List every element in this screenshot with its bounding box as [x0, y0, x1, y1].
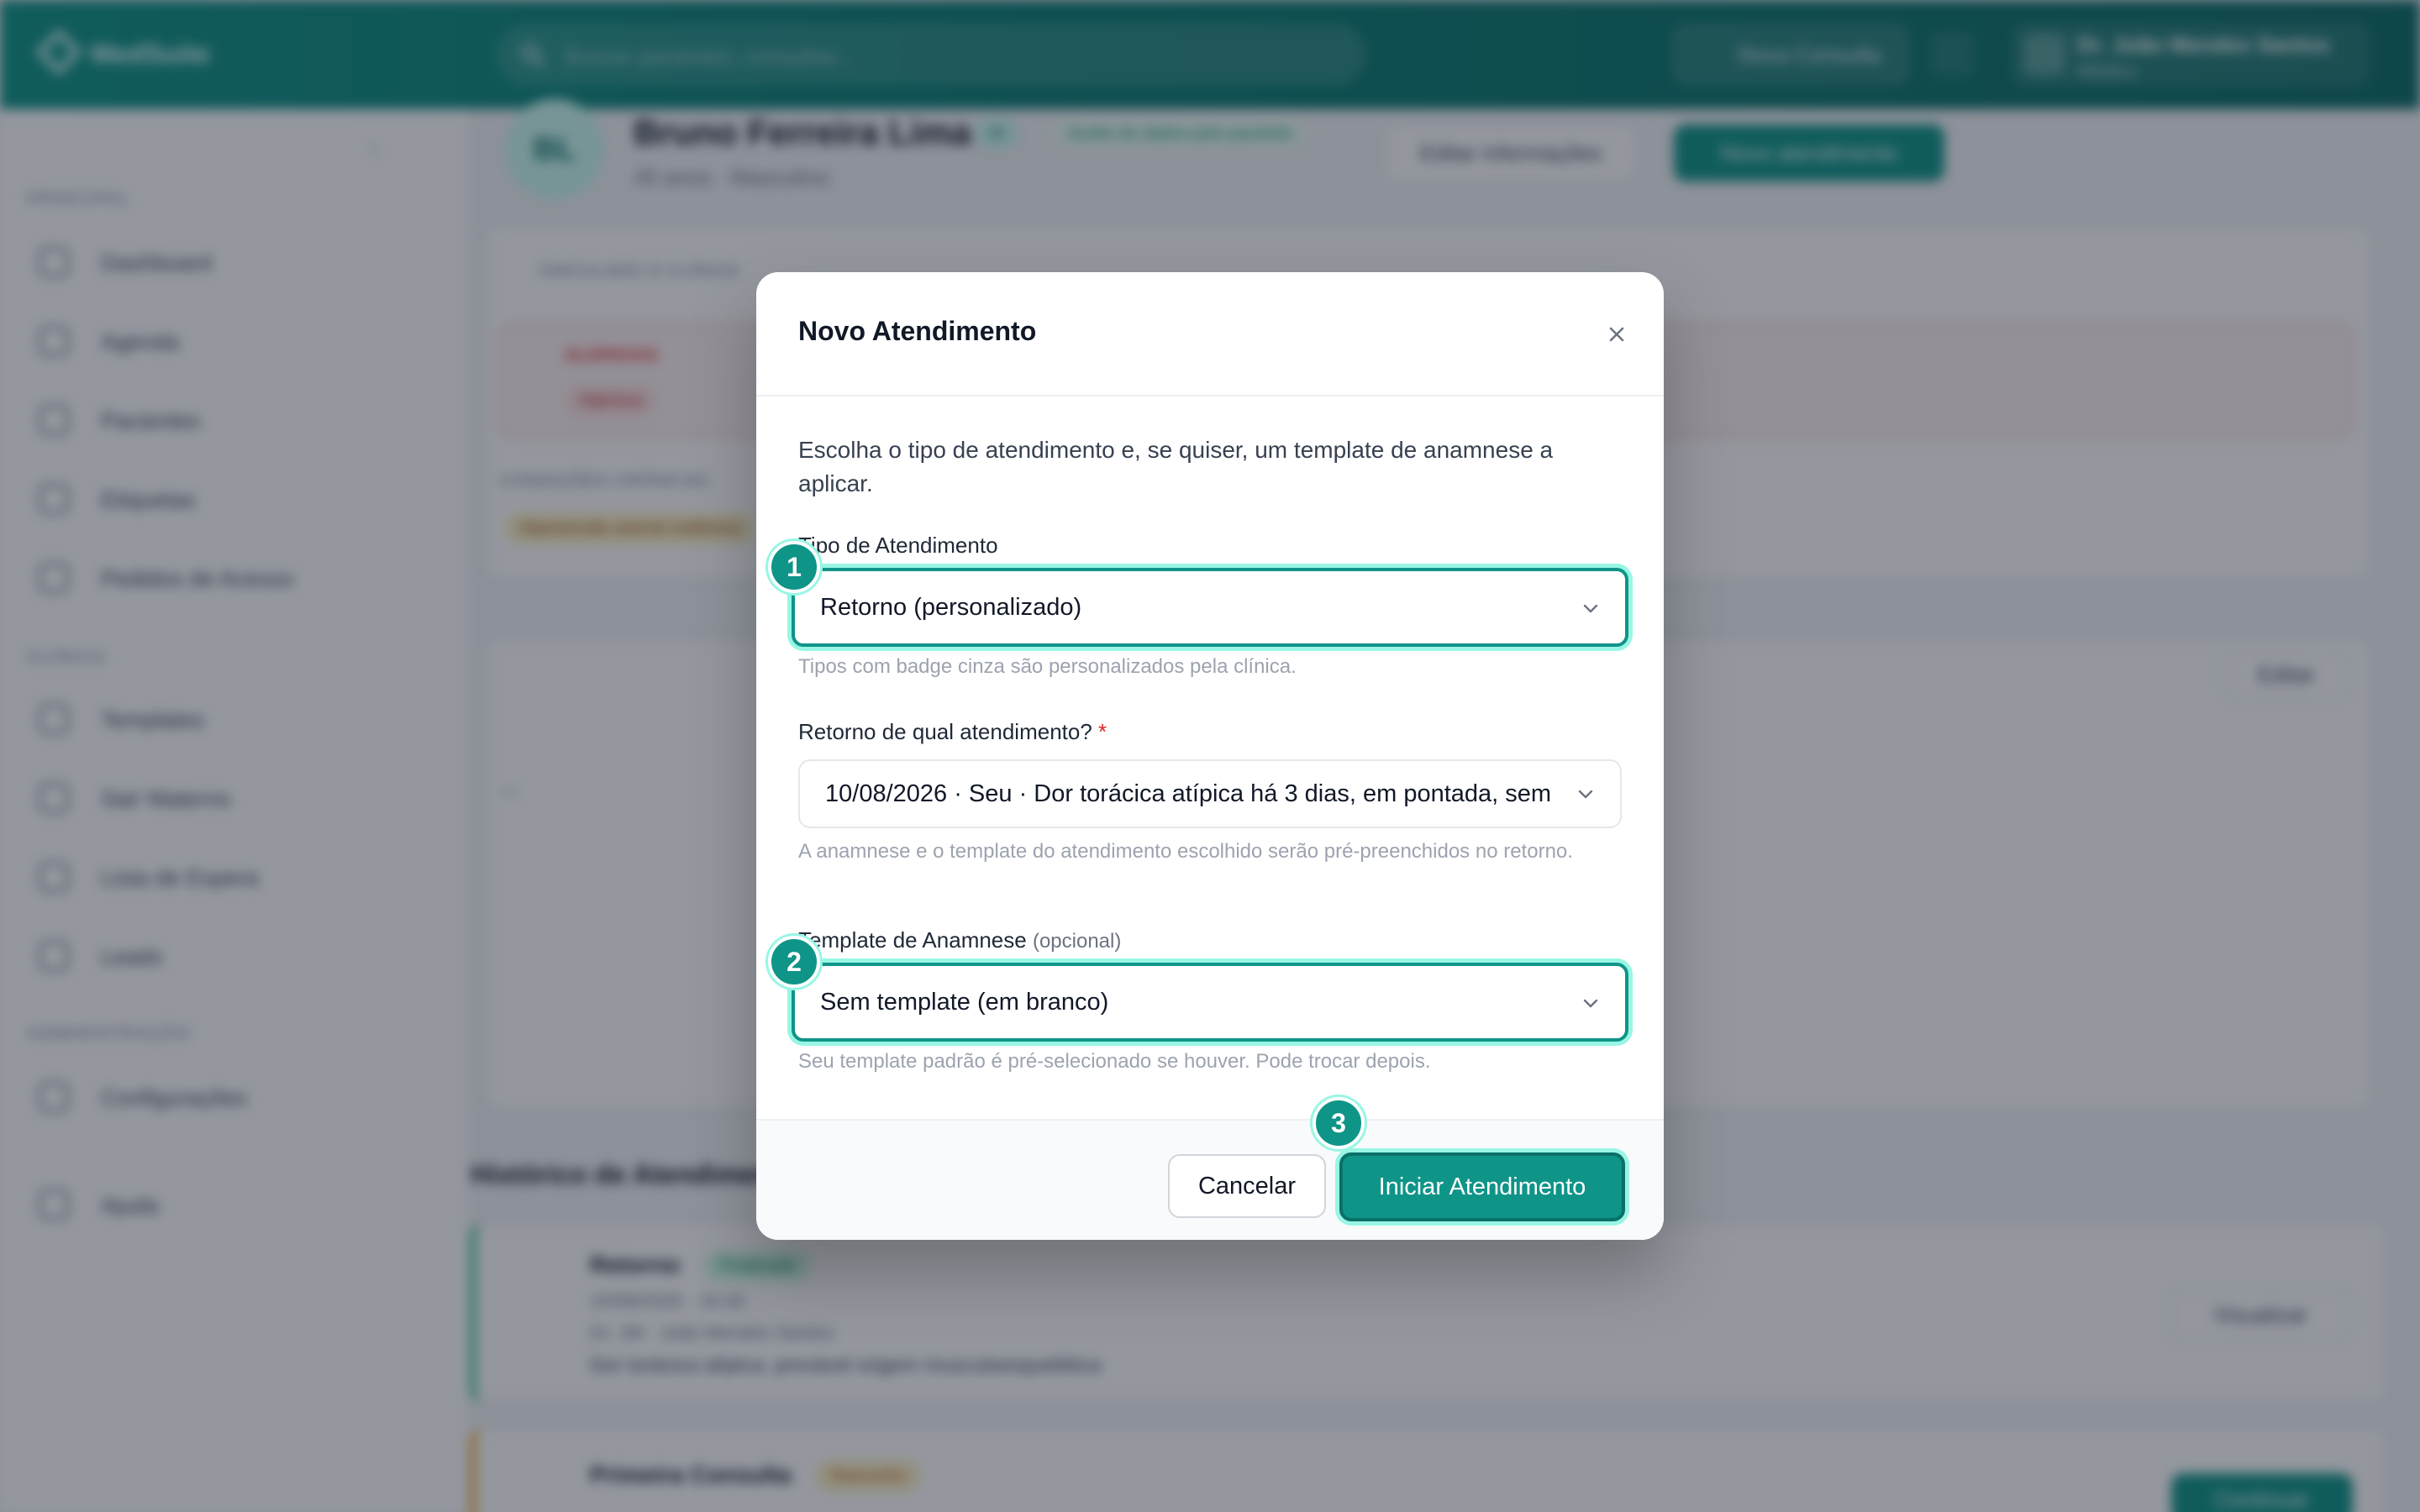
step-badge-3: 3 — [1313, 1097, 1365, 1149]
template-label-text: Template de Anamnese — [798, 927, 1027, 953]
new-attendance-dialog: Novo Atendimento Escolha o tipo de atend… — [756, 272, 1664, 1240]
type-hint: Tipos com badge cinza são personalizados… — [798, 655, 1297, 678]
template-label: Template de Anamnese (opcional) — [798, 927, 1121, 953]
dialog-footer: Cancelar Iniciar Atendimento 3 — [756, 1097, 1664, 1240]
chevron-down-icon — [1583, 604, 1598, 613]
close-button[interactable] — [1597, 314, 1637, 354]
template-hint: Seu template padrão é pré-selecionado se… — [798, 1050, 1431, 1073]
chevron-down-icon — [1583, 999, 1598, 1008]
dialog-description: Escolha o tipo de atendimento e, se quis… — [798, 437, 1554, 496]
return-label-text: Retorno de qual atendimento? — [798, 719, 1092, 744]
type-label: Tipo de Atendimento — [798, 533, 998, 558]
dialog-title: Novo Atendimento — [798, 316, 1037, 346]
start-attendance-button[interactable]: Iniciar Atendimento — [1339, 1152, 1625, 1221]
step-badge-1: 1 — [768, 541, 820, 593]
required-marker: * — [1098, 719, 1107, 744]
cancel-button[interactable]: Cancelar — [1168, 1154, 1326, 1218]
close-icon — [1609, 327, 1624, 342]
anamnesis-template-select[interactable]: Sem template (em branco) — [792, 963, 1628, 1042]
chevron-down-icon — [1578, 790, 1593, 799]
return-label: Retorno de qual atendimento? * — [798, 719, 1107, 745]
attendance-type-value: Retorno (personalizado) — [820, 594, 1082, 621]
return-hint: A anamnese e o template do atendimento e… — [798, 840, 1573, 863]
anamnesis-template-value: Sem template (em branco) — [820, 989, 1109, 1016]
dialog-header: Novo Atendimento — [756, 272, 1664, 396]
return-attendance-select[interactable]: 10/08/2026 · Seu · Dor torácica atípica … — [798, 759, 1622, 828]
optional-marker: (opcional) — [1032, 930, 1122, 953]
step-badge-2: 2 — [768, 936, 820, 988]
attendance-type-select[interactable]: Retorno (personalizado) — [792, 568, 1628, 647]
return-attendance-value: 10/08/2026 · Seu · Dor torácica atípica … — [825, 780, 1553, 807]
